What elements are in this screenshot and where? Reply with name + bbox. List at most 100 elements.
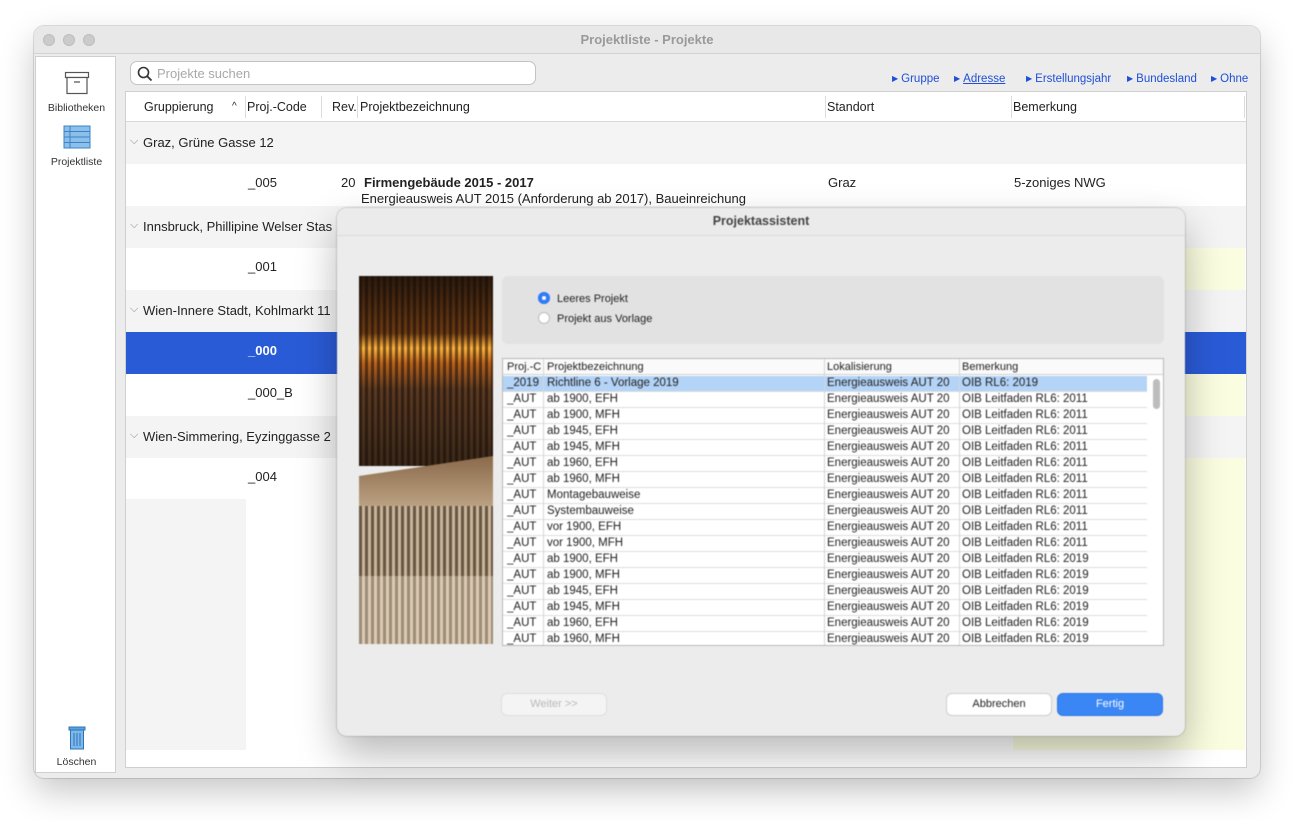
column-bemerkung[interactable]: Bemerkung [1013,100,1077,114]
group-name: Wien-Innere Stadt, Kohlmarkt 11 [143,303,331,318]
template-column-bezeichnung[interactable]: Projektbezeichnung [547,361,644,373]
sort-indicator-icon[interactable]: ^ [232,101,237,112]
chevron-down-icon: ⌵ [130,219,139,231]
template-row[interactable]: _AUT Montagebauweise Energieausweis AUT 20… [503,488,1147,504]
groupby-bundesland[interactable]: ▶ Bundesland [1127,73,1197,85]
template-row[interactable]: _AUT ab 1960, EFH Energieausweis AUT 20 OIB… [503,456,1147,472]
template-row[interactable]: _AUT ab 1945, EFH Energieausweis AUT 20 OIB… [503,584,1147,600]
template-column-lokalisierung[interactable]: Lokalisierung [827,361,892,373]
template-cell-lokalisierung: Energieausweis AUT 20 [827,377,950,389]
template-row[interactable]: _AUT ab 1960, MFH Energieausweis AUT 20 OIB… [503,472,1147,488]
template-cell-bezeichnung: ab 1960, EFH [547,617,618,629]
fertig-button[interactable]: Fertig [1058,694,1162,715]
group-name: Graz, Grüne Gasse 12 [143,135,274,150]
delete-label: Löschen [56,756,97,768]
chevron-down-icon: ⌵ [130,303,139,315]
template-row[interactable]: _AUT ab 1960, MFH Energieausweis AUT 20 OIB… [503,632,1147,645]
chevron-down-icon: ⌵ [130,135,139,147]
template-cell-lokalisierung: Energieausweis AUT 20 [827,489,950,501]
template-table-header: Proj.-C Projektbezeichnung Lokalisierung… [503,359,1163,375]
groupby-adresse[interactable]: ▶ Adresse [954,73,1005,85]
template-row[interactable]: _AUT ab 1900, MFH Energieausweis AUT 20 OIB… [503,568,1147,584]
column-gruppierung[interactable]: Gruppierung [144,100,214,114]
triangle-right-icon: ▶ [954,74,961,83]
template-cell-bezeichnung: ab 1900, MFH [547,409,620,421]
template-cell-lokalisierung: Energieausweis AUT 20 [827,425,950,437]
template-column-bemerkung[interactable]: Bemerkung [962,361,1018,373]
template-cell-bemerkung: OIB Leitfaden RL6: 2011 [962,457,1088,469]
search-input[interactable]: Projekte suchen [130,61,536,85]
template-cell-lokalisierung: Energieausweis AUT 20 [827,617,950,629]
template-row[interactable]: _AUT ab 1945, MFH Energieausweis AUT 20 OIB… [503,440,1147,456]
delete-button[interactable]: Löschen [36,725,117,768]
template-row[interactable]: _AUT Systembauweise Energieausweis AUT 20 O… [503,504,1147,520]
column-rev[interactable]: Rev. [332,100,357,114]
template-cell-bezeichnung: Richtline 6 - Vorlage 2019 [547,377,679,389]
template-cell-code: _AUT [507,441,537,453]
column-projektbezeichnung[interactable]: Projektbezeichnung [360,100,470,114]
template-cell-bemerkung: OIB Leitfaden RL6: 2011 [962,489,1088,501]
empty-group-column [126,499,246,750]
template-cell-bezeichnung: vor 1900, EFH [547,521,622,533]
groupby-erstellungsjahr[interactable]: ▶ Erstellungsjahr [1026,73,1111,85]
sidebar-item-bibliotheken[interactable]: Bibliotheken [36,71,117,114]
template-cell-code: _AUT [507,521,537,533]
cell-code: _005 [248,175,277,190]
radio-checked-icon[interactable] [538,292,550,305]
template-cell-lokalisierung: Energieausweis AUT 20 [827,537,950,549]
column-separator [1244,96,1245,118]
search-icon [137,66,153,82]
weiter-button[interactable]: Weiter >> [502,694,606,715]
template-cell-bezeichnung: ab 1945, EFH [547,425,618,437]
triangle-right-icon: ▶ [1127,74,1134,83]
template-column-code[interactable]: Proj.-C [507,361,541,373]
template-cell-lokalisierung: Energieausweis AUT 20 [827,633,950,645]
groupby-ohne[interactable]: ▶ Ohne [1211,73,1248,85]
template-cell-code: _AUT [507,633,537,645]
template-cell-bemerkung: OIB Leitfaden RL6: 2011 [962,409,1088,421]
template-row[interactable]: _AUT vor 1900, EFH Energieausweis AUT 20 OI… [503,520,1147,536]
template-cell-bezeichnung: vor 1900, MFH [547,537,624,549]
template-row[interactable]: _AUT ab 1900, EFH Energieausweis AUT 20 OIB… [503,552,1147,568]
template-cell-bezeichnung: ab 1960, MFH [547,473,620,485]
column-proj-code[interactable]: Proj.-Code [247,100,307,114]
project-type-options: Leeres Projekt Projekt aus Vorlage [502,276,1164,344]
template-row-selected[interactable]: _2019 Richtline 6 - Vorlage 2019 Energieau… [503,376,1147,392]
template-row[interactable]: _AUT ab 1900, MFH Energieausweis AUT 20 OIB… [503,408,1147,424]
column-separator [825,96,826,118]
template-cell-code: _AUT [507,393,537,405]
template-row[interactable]: _AUT ab 1945, MFH Energieausweis AUT 20 OIB… [503,600,1147,616]
template-cell-code: _AUT [507,457,537,469]
group-header[interactable]: ⌵ Graz, Grüne Gasse 12 [126,122,1246,164]
search-placeholder: Projekte suchen [157,66,251,81]
template-scrollbar[interactable] [1153,379,1160,409]
template-cell-bezeichnung: ab 1945, MFH [547,601,620,613]
template-row[interactable]: _AUT ab 1960, EFH Energieausweis AUT 20 OIB… [503,616,1147,632]
group-name: Wien-Simmering, Eyzinggasse 2 [143,429,331,444]
column-separator [357,96,358,118]
option-projekt-aus-vorlage[interactable]: Projekt aus Vorlage [538,312,652,325]
template-cell-code: _AUT [507,473,537,485]
radio-unchecked-icon[interactable] [538,312,550,325]
column-separator [824,359,825,645]
option-leeres-projekt[interactable]: Leeres Projekt [538,292,628,305]
cell-rev: 20 [341,175,356,190]
column-standort[interactable]: Standort [827,100,874,114]
groupby-gruppe[interactable]: ▶ Gruppe [892,73,940,85]
template-cell-bezeichnung: ab 1900, EFH [547,553,618,565]
template-cell-lokalisierung: Energieausweis AUT 20 [827,569,950,581]
template-row[interactable]: _AUT ab 1945, EFH Energieausweis AUT 20 OIB… [503,424,1147,440]
template-cell-bezeichnung: ab 1900, EFH [547,393,618,405]
column-separator [959,359,960,645]
template-cell-code: _AUT [507,409,537,421]
template-row[interactable]: _AUT vor 1900, MFH Energieausweis AUT 20 OI… [503,536,1147,552]
abbrechen-button[interactable]: Abbrechen [947,694,1051,715]
template-cell-bemerkung: OIB Leitfaden RL6: 2011 [962,441,1088,453]
chevron-down-icon: ⌵ [130,429,139,441]
template-cell-lokalisierung: Energieausweis AUT 20 [827,409,950,421]
template-cell-lokalisierung: Energieausweis AUT 20 [827,457,950,469]
table-row[interactable]: _005 20 Firmengebäude 2015 - 2017 Energi… [126,164,1246,206]
template-row[interactable]: _AUT ab 1900, EFH Energieausweis AUT 20 OIB… [503,392,1147,408]
sidebar-item-projektliste[interactable]: Projektliste [36,125,117,168]
triangle-right-icon: ▶ [1211,74,1218,83]
